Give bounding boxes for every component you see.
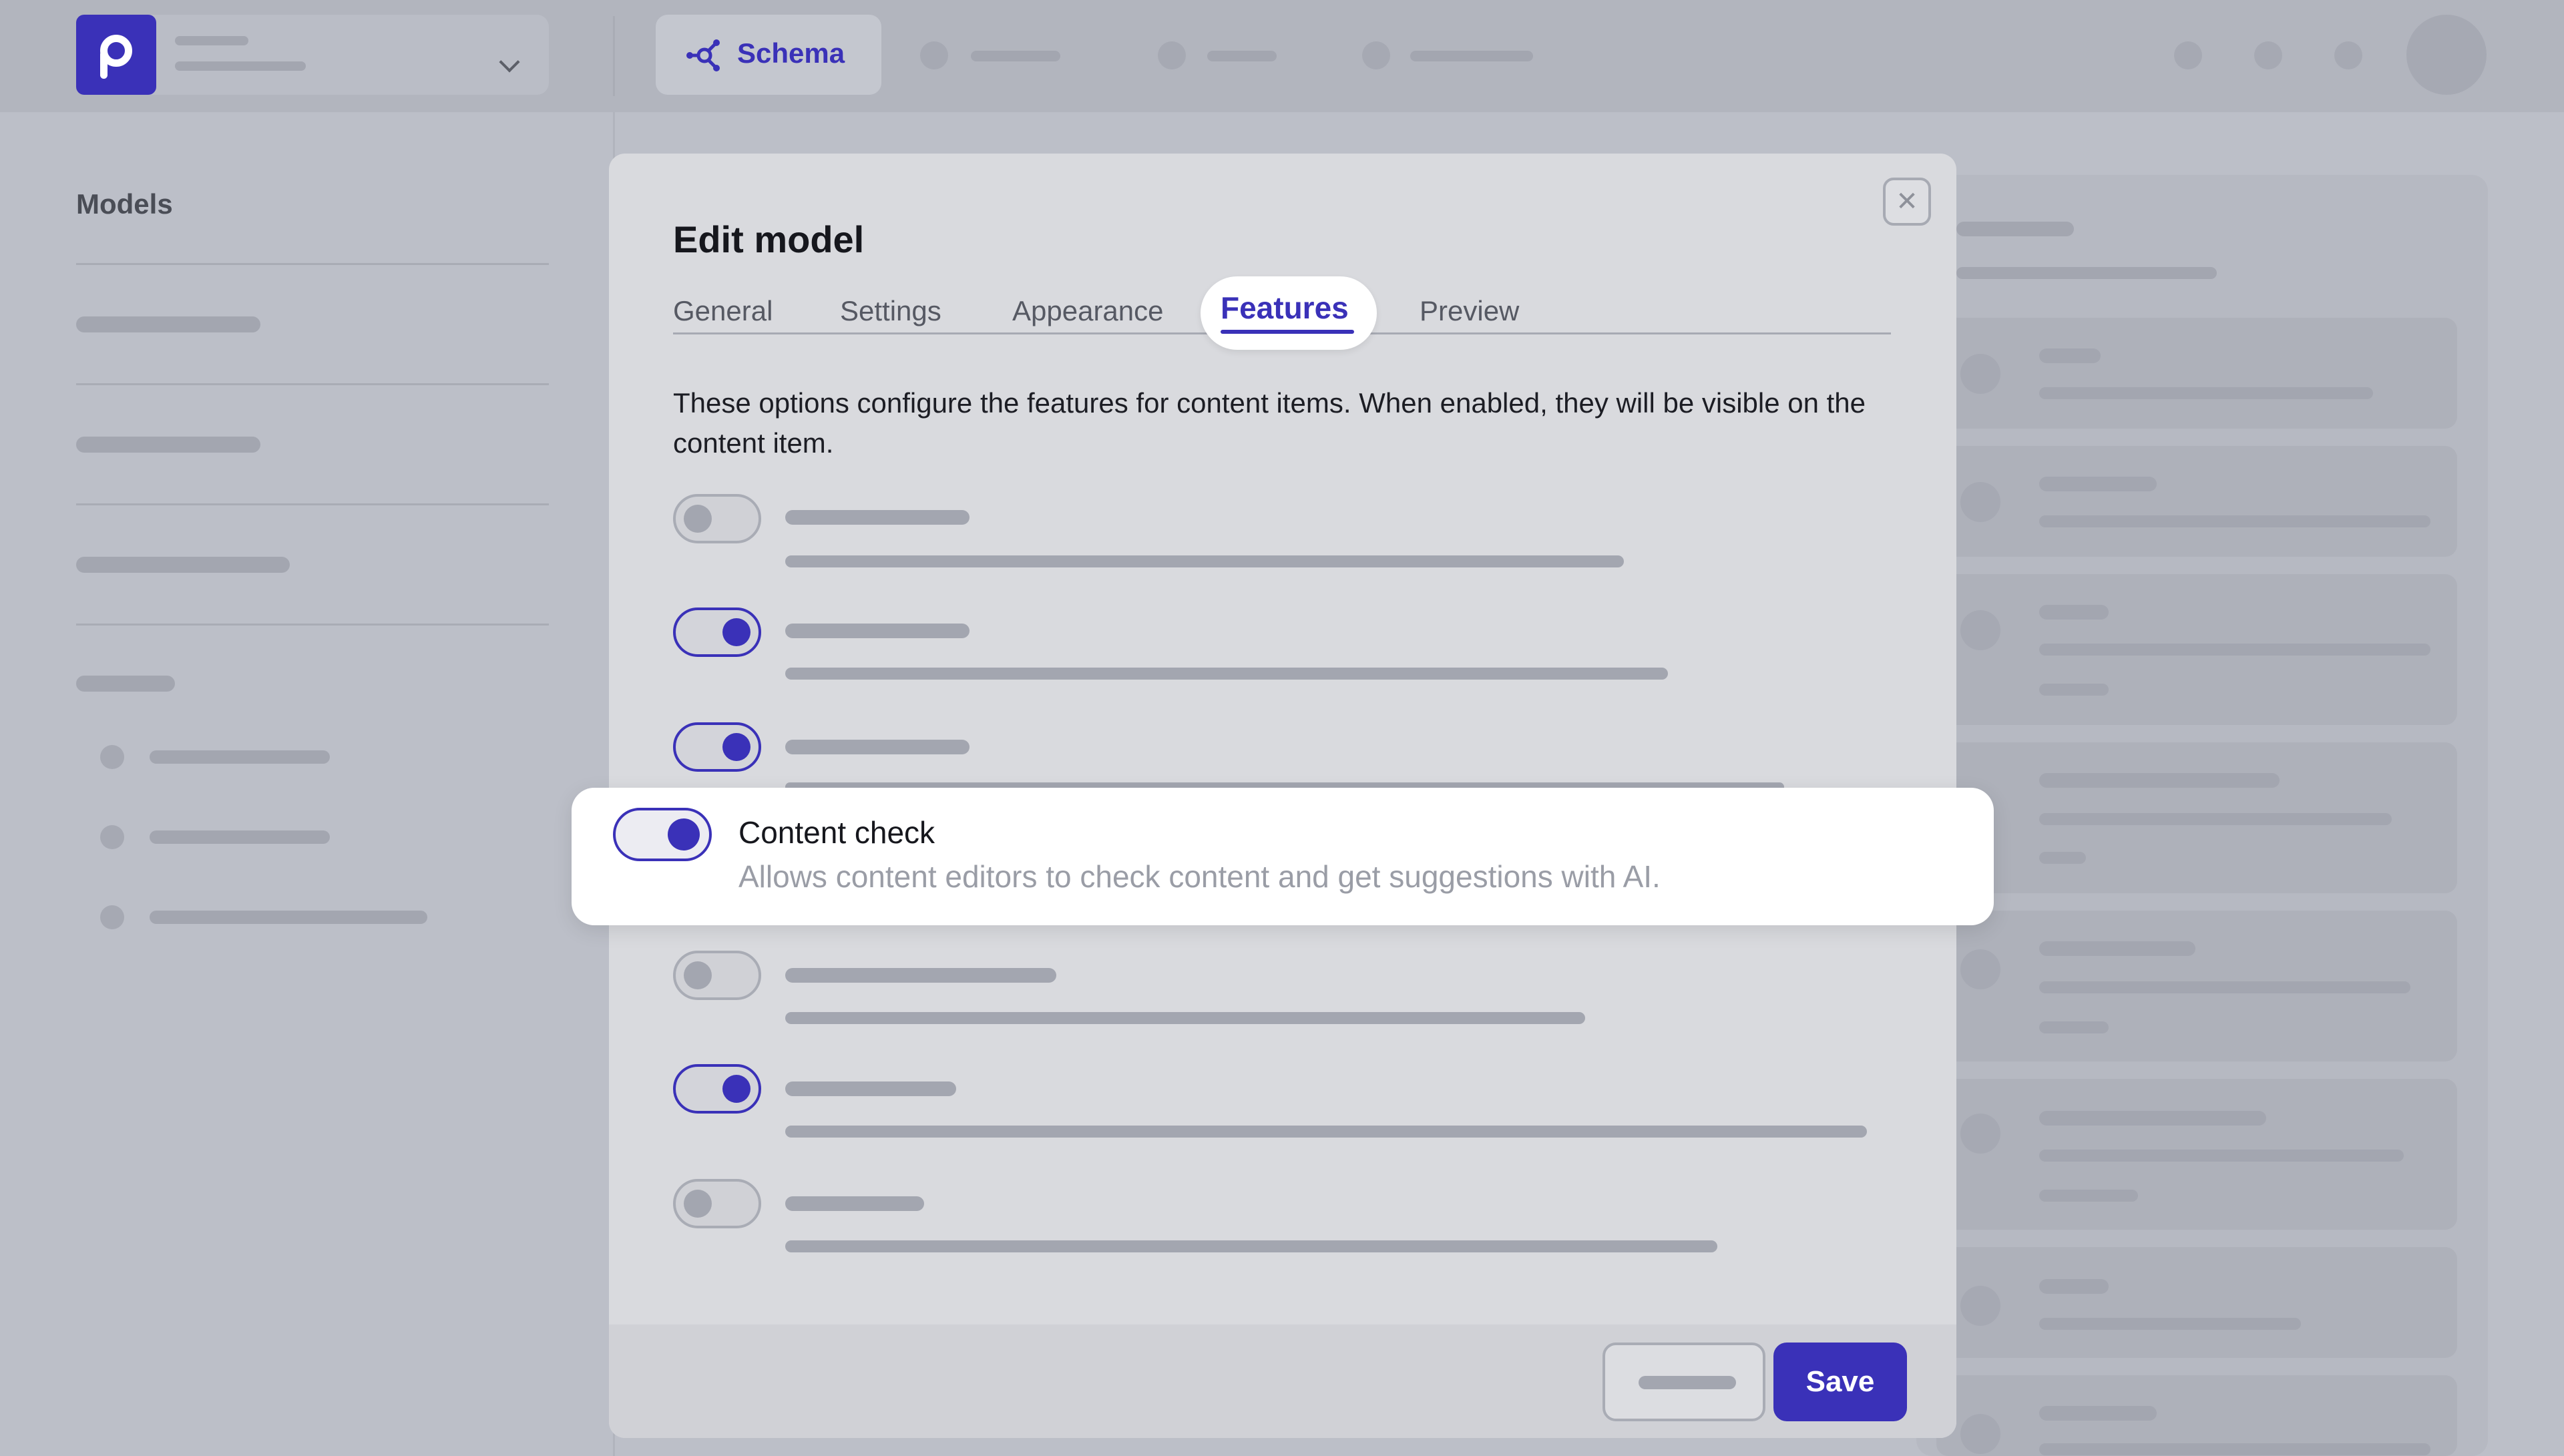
tab-appearance[interactable]: Appearance <box>1012 295 1164 327</box>
feature-title-placeholder <box>785 740 970 754</box>
list-item-subtitle <box>2039 813 2392 825</box>
workspace-subtitle-placeholder <box>175 61 306 71</box>
tab-features[interactable]: Features <box>1221 290 1349 326</box>
close-icon: ✕ <box>1896 187 1918 216</box>
close-button[interactable]: ✕ <box>1883 178 1931 226</box>
list-item-title <box>2039 1279 2109 1294</box>
list-item-subtitle <box>2039 1318 2301 1330</box>
feature-toggle[interactable] <box>673 1179 761 1228</box>
feature-toggle[interactable] <box>673 722 761 772</box>
list-item-meta <box>2039 1021 2109 1033</box>
feature-toggle[interactable] <box>673 1064 761 1114</box>
list-item[interactable] <box>1936 446 2457 557</box>
sidebar-subitem[interactable] <box>150 830 330 844</box>
sidebar-group-label <box>76 676 175 692</box>
feature-title-placeholder <box>785 968 1056 983</box>
nav-icon[interactable] <box>920 41 948 69</box>
sidebar-subitem-icon <box>100 905 124 929</box>
save-button[interactable]: Save <box>1773 1343 1907 1421</box>
list-item-subtitle <box>2039 515 2430 527</box>
feature-desc-placeholder <box>785 555 1624 567</box>
list-item-title <box>2039 477 2157 491</box>
sidebar-item[interactable] <box>76 557 290 573</box>
tab-general[interactable]: General <box>673 295 773 327</box>
brand-logo <box>76 15 156 95</box>
content-check-title: Content check <box>738 815 935 850</box>
feature-desc-placeholder <box>785 668 1668 680</box>
feature-desc-placeholder <box>785 1012 1585 1024</box>
nav-icon[interactable] <box>1158 41 1186 69</box>
list-item-icon <box>1960 354 2000 394</box>
sidebar-subitem-icon <box>100 825 124 849</box>
panel-subtitle-placeholder <box>1956 267 2217 279</box>
list-item[interactable] <box>1936 318 2457 429</box>
avatar[interactable] <box>2406 15 2487 95</box>
nav-label-placeholder[interactable] <box>1410 51 1533 61</box>
list-item-title <box>2039 605 2109 620</box>
workspace-name-placeholder <box>175 36 248 45</box>
sidebar-divider <box>76 383 549 385</box>
nav-label-placeholder[interactable] <box>1207 51 1277 61</box>
sidebar-divider <box>76 503 549 505</box>
nav-label-placeholder[interactable] <box>971 51 1060 61</box>
list-item-icon <box>1960 482 2000 522</box>
feature-toggle[interactable] <box>673 951 761 1000</box>
sidebar-subitem-icon <box>100 745 124 769</box>
sidebar-subitem[interactable] <box>150 750 330 764</box>
content-check-toggle[interactable] <box>613 808 712 861</box>
list-item-subtitle <box>2039 1150 2404 1162</box>
sidebar-title: Models <box>76 188 173 220</box>
list-item-icon <box>1960 1286 2000 1326</box>
settings-icon[interactable] <box>2334 41 2362 69</box>
panel-title-placeholder <box>1956 222 2074 236</box>
feature-desc-placeholder <box>785 1240 1717 1252</box>
list-item-title <box>2039 1111 2266 1126</box>
list-item-meta <box>2039 684 2109 696</box>
sidebar-divider <box>76 263 549 265</box>
dialog-title: Edit model <box>673 218 865 260</box>
list-item-icon <box>1960 1114 2000 1154</box>
sidebar-item[interactable] <box>76 437 260 453</box>
features-description: These options configure the features for… <box>673 387 1866 459</box>
sidebar-subitem[interactable] <box>150 911 427 924</box>
active-tab-indicator <box>1221 330 1354 334</box>
list-item-subtitle <box>2039 1443 2430 1455</box>
sidebar-item[interactable] <box>76 316 260 332</box>
list-item-subtitle <box>2039 644 2430 656</box>
list-item-title <box>2039 773 2280 788</box>
cancel-button[interactable] <box>1602 1343 1765 1421</box>
list-item-title <box>2039 1406 2157 1421</box>
list-item-meta <box>2039 1190 2138 1202</box>
list-item-meta <box>2039 852 2086 864</box>
content-check-description: Allows content editors to check content … <box>738 859 1661 894</box>
list-item[interactable] <box>1936 1247 2457 1358</box>
feature-title-placeholder <box>785 1081 956 1096</box>
list-item-subtitle <box>2039 981 2410 993</box>
feature-desc-placeholder <box>785 1126 1867 1138</box>
list-item-icon <box>1960 1414 2000 1454</box>
sidebar-divider <box>76 624 549 626</box>
nav-icon[interactable] <box>1362 41 1390 69</box>
feature-title-placeholder <box>785 1196 924 1211</box>
feature-title-placeholder <box>785 510 970 525</box>
list-item-title <box>2039 348 2101 363</box>
notifications-icon[interactable] <box>2254 41 2282 69</box>
list-item-title <box>2039 941 2195 956</box>
feature-toggle[interactable] <box>673 608 761 657</box>
feature-toggle[interactable] <box>673 494 761 543</box>
tab-preview[interactable]: Preview <box>1420 295 1519 327</box>
tab-settings[interactable]: Settings <box>840 295 941 327</box>
list-item-icon <box>1960 949 2000 989</box>
content-check-feature-card <box>572 788 1994 925</box>
top-divider <box>613 16 615 96</box>
nav-tab-schema-label: Schema <box>737 37 845 69</box>
feature-title-placeholder <box>785 624 970 638</box>
list-item-icon <box>1960 610 2000 650</box>
schema-icon <box>686 39 720 71</box>
list-item-subtitle <box>2039 387 2373 399</box>
help-icon[interactable] <box>2174 41 2202 69</box>
